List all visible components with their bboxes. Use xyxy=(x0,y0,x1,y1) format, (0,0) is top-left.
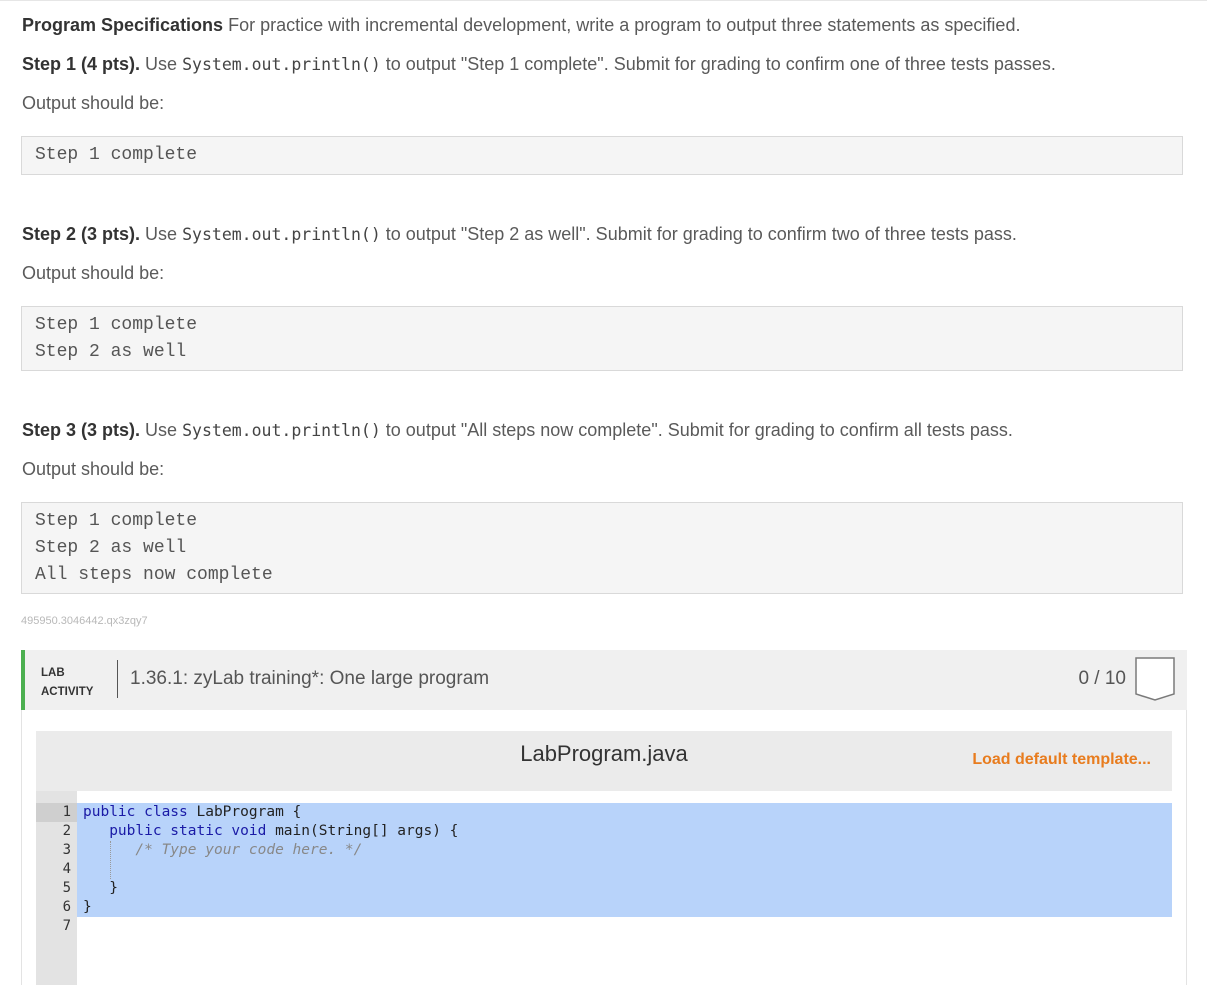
step-3-instructions: Step 3 (3 pts). Use System.out.println()… xyxy=(22,418,1013,443)
step-1-code: System.out.println() xyxy=(182,55,381,74)
step-2-code: System.out.println() xyxy=(182,225,381,244)
lab-tag-line1: LAB xyxy=(41,667,65,679)
code-text-span: main(String[] args) { xyxy=(266,823,459,839)
step-1-pre: Use xyxy=(145,54,178,74)
output-line: Step 1 complete xyxy=(35,315,198,335)
output-line: Step 1 complete xyxy=(35,511,198,531)
editor-header: LabProgram.java Load default template... xyxy=(36,731,1172,791)
code-keyword: public class xyxy=(83,804,188,820)
code-text-span: LabProgram { xyxy=(187,804,302,820)
step-1-output-box: Step 1 complete xyxy=(21,136,1183,175)
line-numbers: 1 2 3 4 5 6 7 xyxy=(36,803,71,936)
code-editor[interactable]: 1 2 3 4 5 6 7 public class LabProgram { … xyxy=(36,791,1172,985)
step-3-label: Step 3 (3 pts). xyxy=(22,420,141,440)
output-line: Step 2 as well xyxy=(35,342,187,362)
step-3-output-box: Step 1 complete Step 2 as well All steps… xyxy=(21,502,1183,594)
step-2-instructions: Step 2 (3 pts). Use System.out.println()… xyxy=(22,222,1017,247)
line-number: 1 xyxy=(62,804,71,820)
spec-title: Program Specifications xyxy=(22,15,224,35)
step-3-output-label: Output should be: xyxy=(22,459,165,479)
step-2-output-box: Step 1 complete Step 2 as well xyxy=(21,306,1183,371)
activity-hash: 495950.3046442.qx3zqy7 xyxy=(21,615,148,627)
lab-title: 1.36.1: zyLab training*: One large progr… xyxy=(130,668,490,689)
step-2-post: to output "Step 2 as well". Submit for g… xyxy=(385,224,1017,244)
lab-activity-tag: LAB ACTIVITY xyxy=(41,664,93,702)
code-line-5: } xyxy=(83,879,458,898)
lab-tag-line2: ACTIVITY xyxy=(41,686,94,698)
code-text-span: } xyxy=(109,880,118,896)
step-1-instructions: Step 1 (4 pts). Use System.out.println()… xyxy=(22,52,1056,77)
code-line-2: public static void main(String[] args) { xyxy=(83,822,458,841)
code-line-1: public class LabProgram { xyxy=(83,803,458,822)
step-1-output-label: Output should be: xyxy=(22,93,165,113)
line-number: 7 xyxy=(62,918,71,934)
load-default-template-button[interactable]: Load default template... xyxy=(972,751,1151,769)
code-text-span: } xyxy=(83,899,92,915)
step-1-label: Step 1 (4 pts). xyxy=(22,54,141,74)
completion-badge-icon xyxy=(1135,657,1175,701)
line-number: 2 xyxy=(62,823,71,839)
step-2-pre: Use xyxy=(145,224,178,244)
code-keyword: public static void xyxy=(109,823,267,839)
step-3-post: to output "All steps now complete". Subm… xyxy=(385,420,1013,440)
output-line: All steps now complete xyxy=(35,565,273,585)
spec-intro: Program Specifications For practice with… xyxy=(22,13,1020,37)
spec-intro-text: For practice with incremental developmen… xyxy=(228,15,1021,35)
code-comment: /* Type your code here. */ xyxy=(135,842,363,858)
line-number: 6 xyxy=(62,899,71,915)
step-2-label: Step 2 (3 pts). xyxy=(22,224,141,244)
lab-header-divider xyxy=(117,660,118,698)
lab-score: 0 / 10 xyxy=(1078,668,1126,689)
line-number: 4 xyxy=(62,861,71,877)
lab-activity-header: LAB ACTIVITY 1.36.1: zyLab training*: On… xyxy=(21,650,1187,710)
line-number: 5 xyxy=(62,880,71,896)
code-text[interactable]: public class LabProgram { public static … xyxy=(83,803,458,936)
step-3-code: System.out.println() xyxy=(182,421,381,440)
top-divider xyxy=(0,0,1207,1)
code-line-6: } xyxy=(83,898,458,917)
step-3-pre: Use xyxy=(145,420,178,440)
code-line-3: /* Type your code here. */ xyxy=(83,841,458,860)
output-line: Step 2 as well xyxy=(35,538,187,558)
step-1-post: to output "Step 1 complete". Submit for … xyxy=(385,54,1056,74)
output-line: Step 1 complete xyxy=(35,145,198,165)
line-number: 3 xyxy=(62,842,71,858)
step-2-output-label: Output should be: xyxy=(22,263,165,283)
